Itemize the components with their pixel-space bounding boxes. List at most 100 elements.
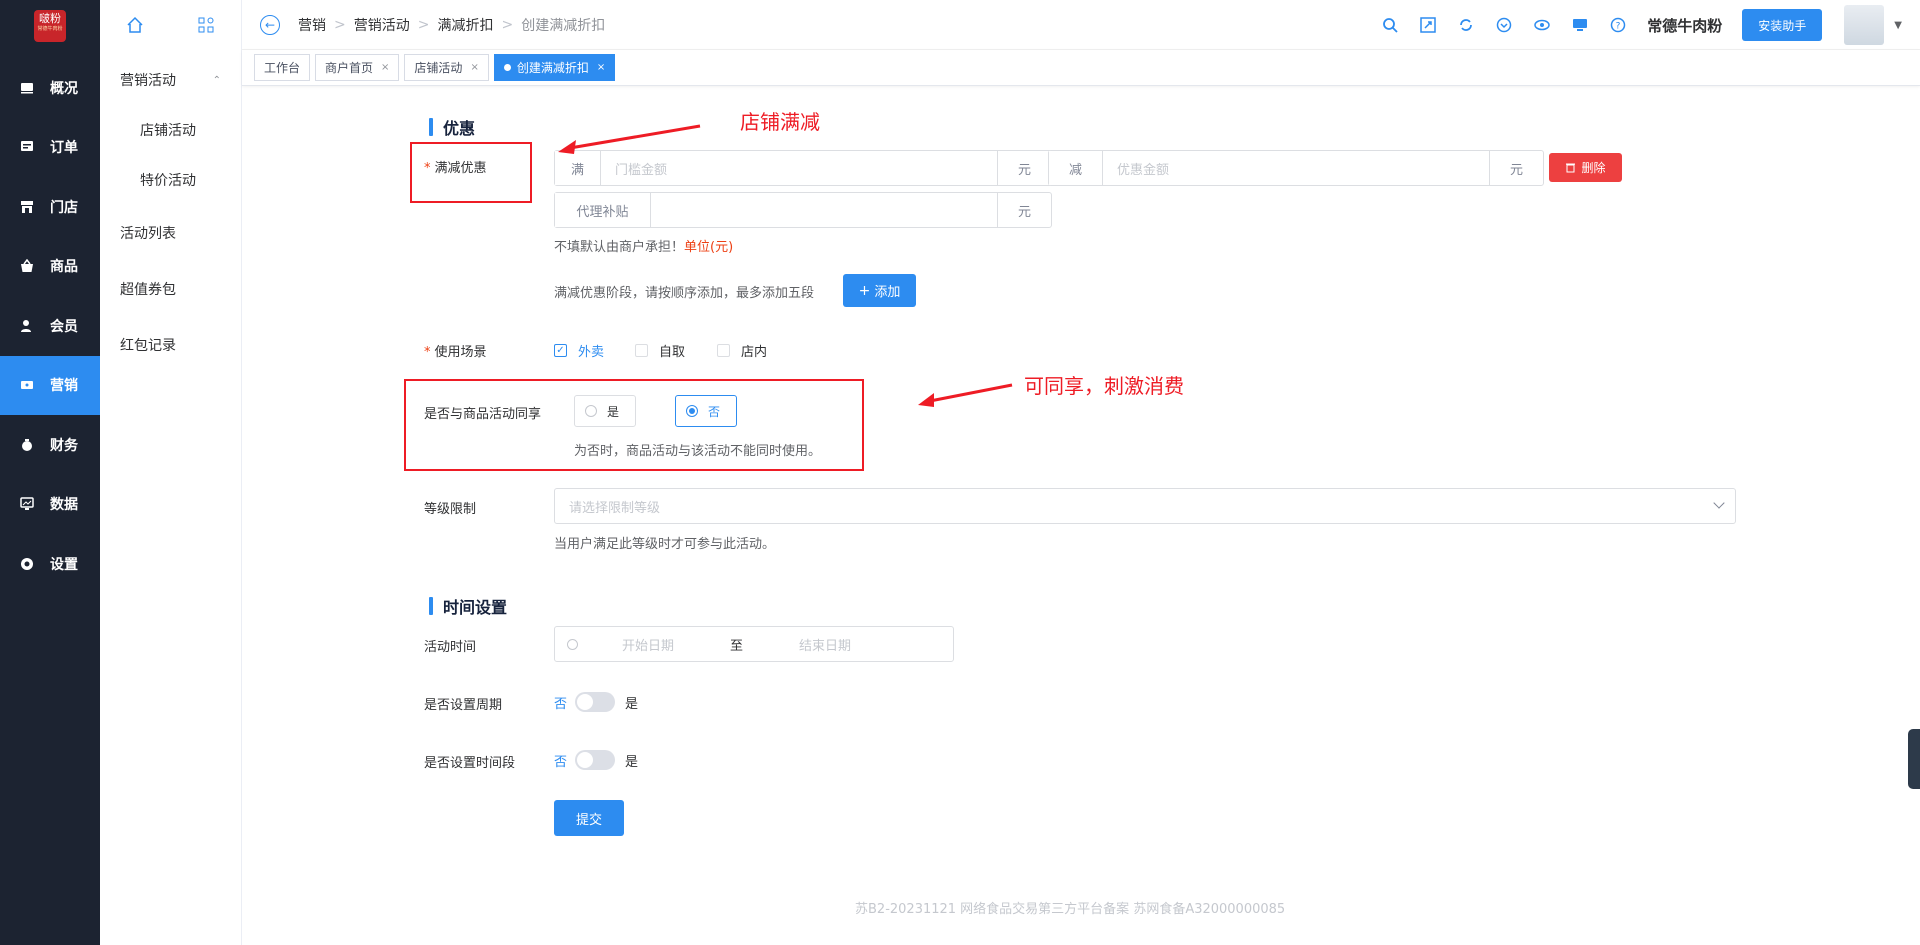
time-label: 活动时间 [424, 640, 477, 655]
main-content: 优惠 * 满减优惠 满 门槛金额 元 减 优惠金额 元 删除 代理补贴 元 不填默… [242, 86, 1920, 945]
eye-icon[interactable] [1523, 17, 1561, 33]
sidebar-item-label: 财务 [50, 437, 78, 454]
scene-label: * 使用场景 [424, 341, 487, 360]
scene-checkbox-pickup[interactable]: 自取 [635, 341, 685, 360]
subnav-item-store-activity[interactable]: 店铺活动 [100, 105, 241, 155]
main-sidebar: 啵粉 常德牛肉粉 概况 订单 门店 商品 会员 营销 财务 数据 设置 [0, 0, 100, 945]
submit-button[interactable]: 提交 [554, 800, 624, 836]
logo-text: 啵粉 [39, 12, 61, 25]
sidebar-item-data[interactable]: 数据 [0, 475, 100, 535]
switch-off-label: 否 [554, 696, 568, 712]
plus-icon: + [858, 282, 871, 299]
sidebar-item-settings[interactable]: 设置 [0, 534, 100, 594]
secondary-sidebar: 营销活动 ⌃ 店铺活动 特价活动 活动列表 超值券包 红包记录 [100, 0, 242, 945]
chevron-circle-icon[interactable] [1485, 17, 1523, 33]
back-icon[interactable]: ← [260, 14, 280, 35]
subnav-item-redpacket-records[interactable]: 红包记录 [100, 317, 241, 373]
breadcrumb-item[interactable]: 营销 [298, 15, 326, 35]
period-switch-row: 否 是 [554, 692, 638, 712]
sidebar-item-orders[interactable]: 订单 [0, 118, 100, 178]
apps-icon[interactable] [197, 16, 215, 34]
breadcrumb-separator-icon: > [501, 16, 514, 33]
range-separator: 至 [730, 638, 744, 654]
agent-subsidy-field[interactable]: 代理补贴 元 [554, 192, 1052, 228]
sidebar-item-label: 订单 [50, 140, 78, 157]
sidebar-item-goods[interactable]: 商品 [0, 237, 100, 297]
subnav-item-label: 店铺活动 [140, 123, 196, 139]
breadcrumb-current: 创建满减折扣 [521, 17, 606, 34]
tab-merchant-home[interactable]: 商户首页 × [315, 54, 400, 81]
end-date-input[interactable]: 结束日期 [799, 635, 851, 654]
finance-icon [22, 438, 32, 451]
agent-subsidy-input[interactable] [651, 193, 997, 227]
checkbox-label: 自取 [659, 345, 686, 360]
subnav-item-activity-list[interactable]: 活动列表 [100, 205, 241, 261]
timeslot-label: 是否设置时间段 [424, 756, 516, 771]
sidebar-item-members[interactable]: 会员 [0, 296, 100, 356]
shop-name[interactable]: 常德牛肉粉 [1647, 15, 1722, 36]
level-select[interactable]: 请选择限制等级 [554, 488, 1736, 524]
help-icon[interactable]: ? [1599, 17, 1637, 33]
close-icon[interactable]: × [470, 62, 478, 73]
search-icon[interactable] [1371, 17, 1409, 33]
tab-store-activity[interactable]: 店铺活动 × [404, 54, 489, 81]
discount-input[interactable]: 优惠金额 [1103, 151, 1489, 185]
period-label: 是否设置周期 [424, 698, 503, 713]
level-label: 等级限制 [424, 502, 477, 517]
breadcrumb-item[interactable]: 满减折扣 [437, 15, 493, 35]
scene-checkbox-dine-in[interactable]: 店内 [717, 341, 767, 360]
checkbox-label: 店内 [741, 345, 768, 360]
fullscreen-icon[interactable] [1409, 17, 1447, 33]
install-assistant-button[interactable]: 安装助手 [1742, 9, 1823, 41]
monitor-icon[interactable] [1561, 17, 1599, 33]
sidebar-item-overview[interactable]: 概况 [0, 58, 100, 118]
sidebar-item-finance[interactable]: 财务 [0, 415, 100, 475]
scene-checkbox-delivery[interactable]: ✓ 外卖 [554, 341, 604, 360]
checkbox-label: 外卖 [578, 345, 605, 360]
settings-icon [21, 557, 33, 570]
caret-down-icon[interactable]: ▼ [1894, 20, 1902, 31]
refresh-icon[interactable] [1447, 17, 1485, 33]
sidebar-item-label: 营销 [50, 378, 78, 395]
agent-hint-unit: 单位(元) [684, 240, 734, 255]
unit-suffix: 元 [997, 193, 1051, 227]
scene-label-text: 使用场景 [434, 345, 487, 360]
goods-icon [21, 259, 33, 273]
start-date-input[interactable]: 开始日期 [622, 635, 674, 654]
delete-button[interactable]: 删除 [1549, 153, 1622, 182]
switch-off-label: 否 [554, 754, 568, 770]
checkbox-checked-icon: ✓ [554, 344, 567, 357]
discount-amount-field[interactable]: 减 优惠金额 元 [1048, 150, 1544, 186]
delete-button-label: 删除 [1581, 161, 1606, 175]
section-title-discount: 优惠 [429, 115, 475, 139]
home-icon[interactable] [126, 16, 144, 34]
annotation-text-share: 可同享，刺激消费 [1024, 374, 1184, 398]
brand-logo[interactable]: 啵粉 常德牛肉粉 [34, 10, 66, 42]
subnav-item-coupon-pack[interactable]: 超值券包 [100, 261, 241, 317]
agent-hint-text: 不填默认由商户承担！ [554, 240, 685, 255]
sidebar-item-label: 设置 [50, 556, 78, 573]
timeslot-switch[interactable] [575, 750, 616, 770]
sidebar-item-label: 会员 [50, 318, 78, 335]
add-stage-button[interactable]: + 添加 [843, 274, 916, 307]
breadcrumb-item[interactable]: 营销活动 [354, 15, 410, 35]
subnav-group-label: 营销活动 [120, 73, 176, 89]
unit-suffix: 元 [1489, 151, 1543, 185]
sidebar-item-marketing[interactable]: 营销 [0, 355, 100, 415]
order-icon [21, 141, 33, 152]
subnav-item-special-price[interactable]: 特价活动 [100, 155, 241, 205]
subnav-item-label: 超值券包 [120, 282, 176, 298]
switch-on-label: 是 [625, 696, 639, 712]
subnav-group-marketing[interactable]: 营销活动 ⌃ [100, 55, 241, 105]
checkbox-icon [635, 344, 648, 357]
sidebar-item-stores[interactable]: 门店 [0, 177, 100, 237]
date-range-picker[interactable]: 开始日期 至 结束日期 [554, 626, 954, 662]
floating-side-widget[interactable] [1908, 729, 1920, 789]
close-icon[interactable]: × [597, 62, 605, 73]
tab-create-discount[interactable]: 创建满减折扣 × [493, 54, 616, 81]
avatar[interactable] [1844, 5, 1885, 45]
period-switch[interactable] [575, 692, 616, 712]
logo-subtext: 常德牛肉粉 [37, 26, 63, 32]
tab-workbench[interactable]: 工作台 [254, 54, 311, 81]
close-icon[interactable]: × [381, 62, 389, 73]
